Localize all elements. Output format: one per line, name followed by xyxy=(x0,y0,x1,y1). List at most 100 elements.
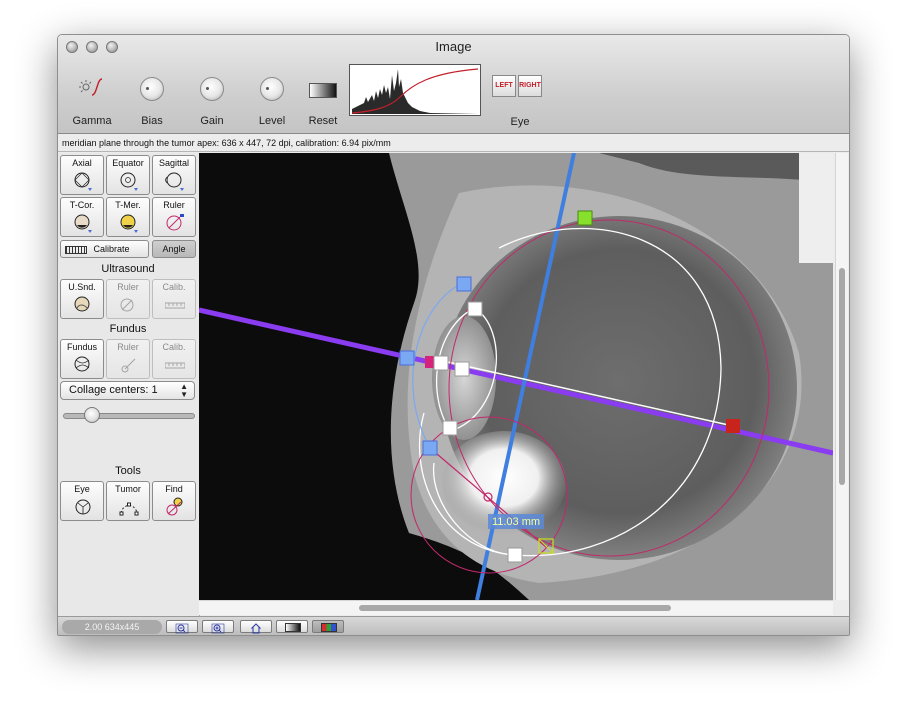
calibration-ruler-icon xyxy=(165,362,185,369)
t-mer-eye-icon xyxy=(120,214,138,233)
fundus-ruler-button[interactable]: Ruler xyxy=(106,339,150,379)
zoom-readout: 2.00 634x445 xyxy=(62,620,162,634)
ultrasound-calib-button[interactable]: Calib. xyxy=(152,279,196,319)
fundus-calib-label: Calib. xyxy=(162,342,186,352)
vertical-scrollbar[interactable] xyxy=(835,153,848,600)
level-knob[interactable] xyxy=(260,77,284,101)
calibration-ruler-icon xyxy=(165,302,185,309)
white-handle xyxy=(467,301,483,317)
color-button[interactable] xyxy=(312,620,344,633)
sidebar: Axial Equator Sagittal T-Cor. T-Mer. Rul… xyxy=(58,153,200,617)
zoom-out-icon xyxy=(175,623,189,634)
collage-slider-track[interactable] xyxy=(63,413,195,419)
gamma-tool[interactable]: Gamma xyxy=(64,67,120,131)
ruler-view-label: Ruler xyxy=(163,200,185,210)
equator-label: Equator xyxy=(112,158,144,168)
home-button[interactable] xyxy=(240,620,272,634)
fundus-title: Fundus xyxy=(109,323,147,335)
fundus-ruler-icon xyxy=(121,358,136,373)
angle-button[interactable]: Angle xyxy=(152,240,196,258)
fundus-label: Fundus xyxy=(66,342,98,352)
ultrasound-calib-label: Calib. xyxy=(162,282,186,292)
fundus-calib-button[interactable]: Calib. xyxy=(152,339,196,379)
eye-tool-button[interactable]: Eye xyxy=(60,481,104,521)
collage-slider-knob[interactable] xyxy=(84,407,100,423)
t-mer-label: T-Mer. xyxy=(115,200,141,210)
reset-tool[interactable]: Reset xyxy=(295,67,351,131)
horizontal-scrollbar[interactable] xyxy=(199,600,833,615)
calibrate-button[interactable]: Calibrate xyxy=(60,240,149,258)
t-cor-label: T-Cor. xyxy=(69,200,95,210)
tumor-tool-button[interactable]: Tumor xyxy=(106,481,150,521)
histogram-bars xyxy=(352,69,478,114)
image-canvas[interactable]: 11.03 mm xyxy=(199,153,833,600)
collage-centers-select[interactable]: Collage centers: 1 ▲ ▼ xyxy=(60,381,195,400)
ultrasound-button[interactable]: U.Snd. xyxy=(60,279,104,319)
t-mer-view-button[interactable]: T-Mer. xyxy=(106,197,150,237)
axial-view-button[interactable]: Axial xyxy=(60,155,104,195)
t-cor-view-button[interactable]: T-Cor. xyxy=(60,197,104,237)
image-window: Image Gamma Bias Gain Level Reset LEFT R… xyxy=(57,34,850,636)
ruler-circle-icon xyxy=(166,214,184,231)
measurement-label: 11.03 mm xyxy=(492,516,540,528)
toolbar: Image Gamma Bias Gain Level Reset LEFT R… xyxy=(58,35,849,134)
equator-view-button[interactable]: Equator xyxy=(106,155,150,195)
eye-image[interactable]: 11.03 mm xyxy=(199,153,833,600)
bias-knob[interactable] xyxy=(140,77,164,101)
tumor-icon xyxy=(119,502,139,516)
eye-right-button[interactable]: RIGHT xyxy=(518,75,542,97)
top-marker xyxy=(577,210,593,226)
eye-selector[interactable]: LEFT RIGHT xyxy=(492,75,544,99)
ruler-view-button[interactable]: Ruler xyxy=(152,197,196,237)
zoom-out-button[interactable] xyxy=(166,620,198,634)
ruler-icon xyxy=(65,245,87,254)
fundus-ruler-label: Ruler xyxy=(117,342,139,352)
window-title: Image xyxy=(435,39,472,54)
stepper-arrows-icon: ▲ ▼ xyxy=(180,382,188,399)
find-tool-button[interactable]: Find xyxy=(152,481,196,521)
equator-eye-icon xyxy=(120,172,138,191)
eye-globe-icon xyxy=(75,499,91,515)
tools-title: Tools xyxy=(115,465,141,477)
image-info-bar: meridian plane through the tumor apex: 6… xyxy=(58,134,849,152)
bias-label: Bias xyxy=(141,115,163,127)
ultrasound-ruler-label: Ruler xyxy=(117,282,139,292)
tumor-tool-label: Tumor xyxy=(115,484,141,494)
home-icon xyxy=(250,623,262,634)
calibrate-label: Calibrate xyxy=(93,244,130,254)
find-tool-label: Find xyxy=(165,484,183,494)
sagittal-label: Sagittal xyxy=(158,158,190,168)
fundus-button[interactable]: Fundus xyxy=(60,339,104,379)
gain-tool[interactable]: Gain xyxy=(184,67,240,131)
grayscale-ramp-icon xyxy=(309,83,337,98)
reset-label: Reset xyxy=(308,115,338,127)
horizontal-scroll-thumb[interactable] xyxy=(359,605,671,611)
eye-label: Eye xyxy=(510,116,530,128)
vertical-scroll-thumb[interactable] xyxy=(839,268,845,485)
zoom-in-button[interactable] xyxy=(202,620,234,634)
gamma-label: Gamma xyxy=(72,115,112,127)
status-bar: 2.00 634x445 xyxy=(58,616,849,635)
gain-knob[interactable] xyxy=(200,77,224,101)
color-channels-icon xyxy=(321,623,337,632)
gamma-icon xyxy=(79,78,103,96)
blue-handle xyxy=(422,440,438,456)
sagittal-view-button[interactable]: Sagittal xyxy=(152,155,196,195)
histogram[interactable] xyxy=(349,64,481,116)
fundus-icon xyxy=(74,356,90,372)
t-cor-eye-icon xyxy=(74,214,92,233)
grayscale-button[interactable] xyxy=(276,620,308,633)
find-icon xyxy=(166,497,183,516)
grayscale-icon xyxy=(285,623,301,632)
white-handle xyxy=(433,355,449,371)
eye-left-button[interactable]: LEFT xyxy=(492,75,516,97)
ultrasound-eye-icon xyxy=(74,296,90,312)
axial-eye-icon xyxy=(74,172,92,191)
level-tool[interactable]: Level xyxy=(244,67,300,131)
white-handle xyxy=(507,547,523,563)
gain-label: Gain xyxy=(200,115,224,127)
bias-tool[interactable]: Bias xyxy=(124,67,180,131)
ultrasound-ruler-button[interactable]: Ruler xyxy=(106,279,150,319)
white-handle xyxy=(454,361,470,377)
white-handle xyxy=(442,420,458,436)
